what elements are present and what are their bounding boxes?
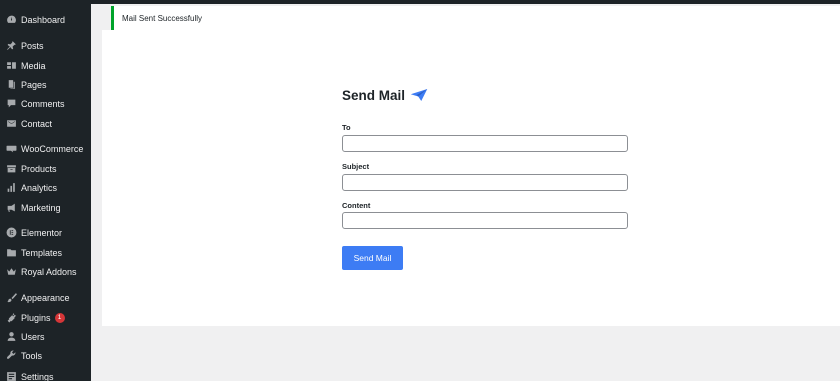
sidebar-item-label: Contact [21,118,53,129]
success-notice: Mail Sent Successfully [111,6,840,30]
sidebar-item-label: Pages [21,79,47,90]
sidebar-item-label: Products [21,163,57,174]
admin-sidebar: Dashboard Posts Media Pages Comments Con… [0,0,91,381]
dashboard-icon [5,14,17,26]
sidebar-item-settings[interactable]: Settings [0,367,91,381]
wrench-icon [5,350,17,362]
sidebar-item-label: Users [21,331,45,342]
sidebar-item-contact[interactable]: Contact [0,114,91,133]
folder-icon [5,247,17,259]
sidebar-item-label: Dashboard [21,14,66,25]
woocommerce-icon [5,143,17,155]
plugins-update-badge: 1 [54,312,65,323]
subject-label: Subject [342,162,370,171]
sidebar-item-analytics[interactable]: Analytics [0,178,91,197]
sidebar-item-users[interactable]: Users [0,327,91,346]
paper-plane-icon [410,89,428,101]
elementor-icon [5,227,17,239]
sidebar-item-elementor[interactable]: Elementor [0,223,91,242]
archive-icon [5,163,17,175]
sidebar-item-label: WooCommerce [21,143,84,154]
sidebar-item-woocommerce[interactable]: WooCommerce [0,139,91,158]
sidebar-item-media[interactable]: Media [0,56,91,75]
sidebar-item-label: Appearance [21,292,70,303]
form-title: Send Mail [342,87,406,103]
sidebar-item-marketing[interactable]: Marketing [0,198,91,217]
mail-icon [5,118,17,130]
crown-icon [5,266,17,278]
subject-input[interactable] [342,174,628,191]
settings-icon [5,371,17,381]
sidebar-item-label: Templates [21,247,63,258]
plug-icon [5,312,17,324]
megaphone-icon [5,202,17,214]
notice-message: Mail Sent Successfully [122,13,203,23]
sidebar-item-label: Comments [21,98,65,109]
user-icon [5,331,17,343]
comment-icon [5,98,17,110]
pin-icon [5,40,17,52]
sidebar-item-products[interactable]: Products [0,159,91,178]
sidebar-item-appearance[interactable]: Appearance [0,288,91,307]
pages-icon [5,79,17,91]
form-heading: Send Mail [342,86,628,104]
sidebar-item-posts[interactable]: Posts [0,36,91,55]
content-input[interactable] [342,212,628,229]
main-content: Mail Sent Successfully Send Mail To Subj… [91,0,840,381]
bar-chart-icon [5,182,17,194]
sidebar-item-label: Tools [21,350,43,361]
media-icon [5,60,17,72]
sidebar-item-label: Elementor [21,227,63,238]
sidebar-item-pages[interactable]: Pages [0,75,91,94]
sidebar-item-label: Media [21,60,46,71]
send-mail-button[interactable]: Send Mail [342,246,403,270]
sidebar-item-comments[interactable]: Comments [0,94,91,113]
sidebar-item-label: Royal Addons [21,266,77,277]
sidebar-item-dashboard[interactable]: Dashboard [0,10,91,29]
content-label: Content [342,201,371,210]
sidebar-item-royal-addons[interactable]: Royal Addons [0,262,91,281]
sidebar-item-label: Plugins [21,312,51,323]
sidebar-item-label: Marketing [21,202,61,213]
to-input[interactable] [342,135,628,152]
send-mail-form: Send Mail To Subject Content Send Mail [342,86,628,270]
sidebar-item-templates[interactable]: Templates [0,243,91,262]
sidebar-item-plugins[interactable]: Plugins 1 [0,308,91,327]
sidebar-item-label: Analytics [21,182,58,193]
sidebar-item-label: Settings [21,371,54,381]
to-label: To [342,123,351,132]
brush-icon [5,292,17,304]
sidebar-item-label: Posts [21,40,44,51]
sidebar-item-tools[interactable]: Tools [0,346,91,365]
